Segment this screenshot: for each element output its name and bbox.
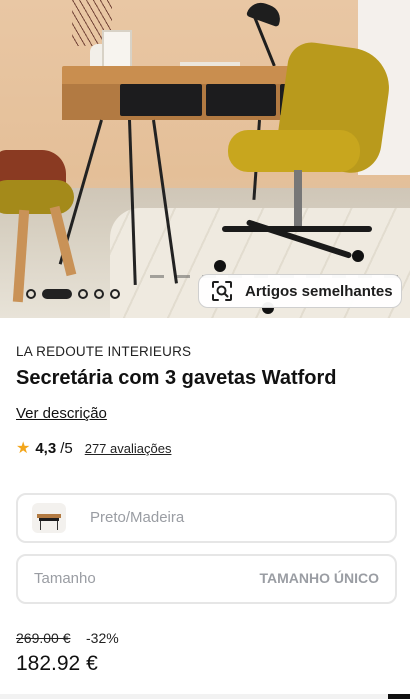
color-selector[interactable]: Preto/Madeira — [16, 493, 397, 543]
similar-items-button[interactable]: Artigos semelhantes — [198, 274, 402, 308]
bottom-bar-corner — [388, 694, 410, 699]
color-value: Preto/Madeira — [90, 509, 185, 526]
carousel-indicator[interactable] — [26, 289, 120, 299]
desk-drawer — [120, 84, 202, 116]
chair-wheel — [352, 250, 364, 262]
carousel-dot[interactable] — [110, 289, 120, 299]
view-description-link[interactable]: Ver descrição — [16, 405, 107, 422]
chair-seat — [228, 130, 360, 172]
stool-seat — [0, 180, 74, 214]
star-icon: ★ — [16, 440, 31, 457]
brand-name[interactable]: LA REDOUTE INTERIEURS — [16, 344, 191, 359]
lamp-head — [245, 0, 285, 28]
discount-badge: -32% — [86, 630, 119, 646]
similar-items-label: Artigos semelhantes — [245, 282, 393, 300]
product-rating: ★ 4,3 /5 277 avaliações — [16, 438, 171, 458]
product-title: Secretária com 3 gavetas Watford — [16, 367, 337, 389]
rating-scale: /5 — [60, 439, 73, 457]
chair-base — [222, 226, 372, 232]
rating-score: 4,3 — [35, 439, 57, 457]
carousel-dot[interactable] — [26, 289, 36, 299]
size-selector[interactable]: Tamanho TAMANHO ÚNICO — [16, 554, 397, 604]
size-label: Tamanho — [34, 570, 96, 587]
reviews-link[interactable]: 277 avaliações — [85, 441, 172, 456]
product-image-carousel[interactable] — [0, 0, 410, 318]
carousel-dot[interactable] — [78, 289, 88, 299]
carousel-dot-active[interactable] — [42, 289, 72, 299]
original-price: 269.00 € — [16, 630, 71, 646]
size-value: TAMANHO ÚNICO — [259, 570, 379, 586]
color-swatch-thumbnail — [32, 503, 66, 533]
chair-wheel — [214, 260, 226, 272]
desk-drawer — [206, 84, 276, 116]
image-search-icon — [211, 280, 233, 302]
carousel-dot[interactable] — [94, 289, 104, 299]
chair-stem — [294, 170, 302, 226]
current-price: 182.92 € — [16, 652, 98, 675]
bottom-bar — [0, 694, 410, 699]
